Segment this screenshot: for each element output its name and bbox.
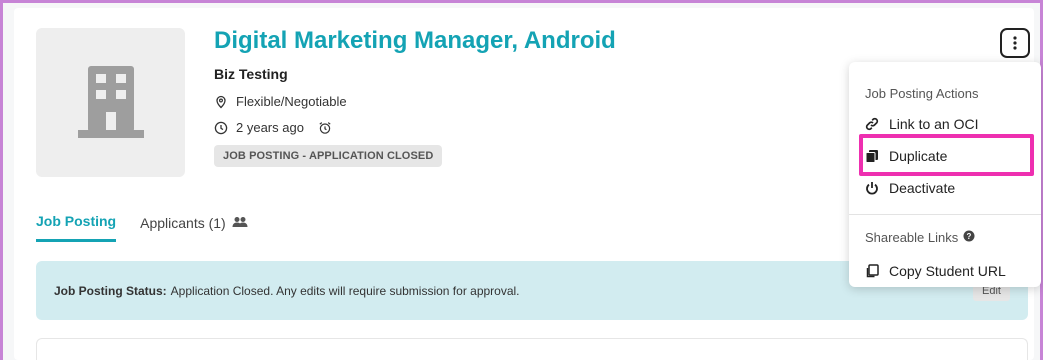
actions-dropdown-menu: Job Posting Actions Link to an OCI Dupli… bbox=[849, 62, 1041, 287]
tab-label: Job Posting bbox=[36, 213, 117, 229]
status-badge: JOB POSTING - APPLICATION CLOSED bbox=[214, 145, 443, 167]
copy-icon bbox=[865, 264, 879, 278]
job-title: Digital Marketing Manager, Android bbox=[214, 27, 616, 54]
posted-row: 2 years ago bbox=[214, 120, 332, 135]
posted-text: 2 years ago bbox=[236, 120, 304, 135]
tab-label: Applicants (1) bbox=[140, 214, 226, 231]
tab-job-posting[interactable]: Job Posting bbox=[36, 213, 117, 242]
building-icon bbox=[77, 65, 144, 138]
menu-item-deactivate[interactable]: Deactivate bbox=[865, 180, 955, 196]
menu-item-label: Deactivate bbox=[889, 180, 956, 196]
duplicate-icon bbox=[865, 149, 879, 163]
tab-bar: Job Posting Applicants (1) bbox=[36, 213, 248, 242]
shareable-links-label: Shareable Links bbox=[865, 230, 959, 245]
more-actions-button[interactable] bbox=[1000, 28, 1030, 58]
banner-label: Job Posting Status: bbox=[54, 283, 167, 298]
svg-text:?: ? bbox=[967, 232, 972, 241]
menu-divider bbox=[849, 214, 1041, 215]
tab-applicants[interactable]: Applicants (1) bbox=[140, 213, 248, 242]
company-logo-placeholder bbox=[36, 28, 185, 177]
banner-text: Application Closed. Any edits will requi… bbox=[170, 283, 520, 298]
menu-item-link-oci[interactable]: Link to an OCI bbox=[865, 116, 979, 132]
location-text: Flexible/Negotiable bbox=[236, 94, 347, 109]
company-name: Biz Testing bbox=[214, 66, 288, 82]
details-card bbox=[36, 338, 1028, 360]
menu-item-label: Link to an OCI bbox=[889, 116, 979, 132]
kebab-icon bbox=[1013, 36, 1017, 50]
menu-item-label: Copy Student URL bbox=[889, 263, 1006, 279]
link-icon bbox=[865, 117, 879, 131]
shareable-links-header: Shareable Links ? bbox=[865, 230, 975, 245]
location-row: Flexible/Negotiable bbox=[214, 94, 347, 109]
location-pin-icon bbox=[214, 95, 228, 109]
power-icon bbox=[865, 181, 879, 195]
menu-item-duplicate[interactable]: Duplicate bbox=[865, 148, 947, 164]
job-posting-card: Digital Marketing Manager, Android Biz T… bbox=[14, 8, 1041, 360]
help-icon[interactable]: ? bbox=[963, 230, 975, 245]
menu-item-copy-student-url[interactable]: Copy Student URL bbox=[865, 263, 1006, 279]
clock-icon bbox=[214, 121, 228, 135]
users-icon bbox=[232, 215, 248, 231]
menu-header: Job Posting Actions bbox=[865, 86, 979, 101]
alarm-clock-icon[interactable] bbox=[318, 121, 332, 135]
menu-item-label: Duplicate bbox=[889, 148, 948, 164]
